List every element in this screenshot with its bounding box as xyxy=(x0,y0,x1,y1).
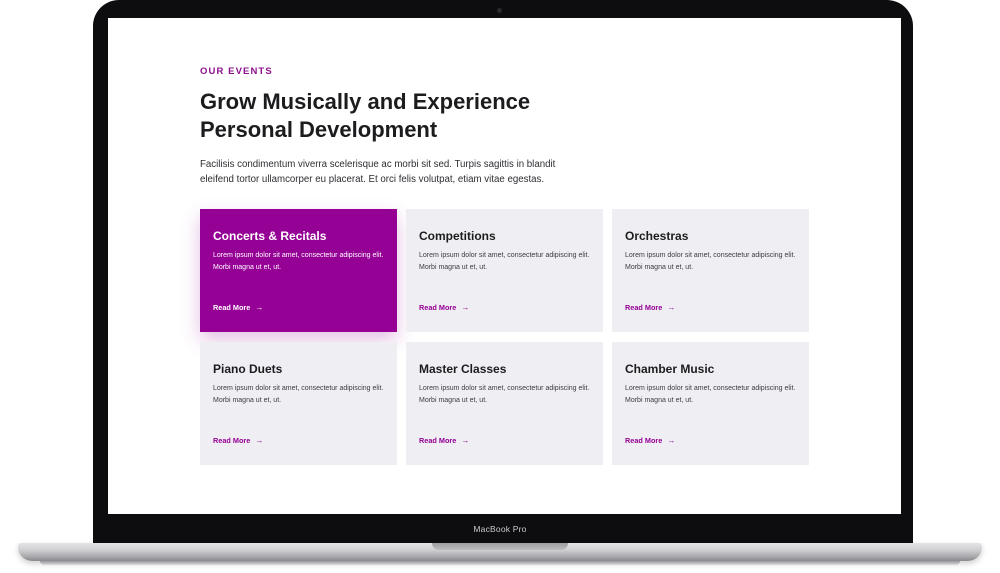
card-description: Lorem ipsum dolor sit amet, consectetur … xyxy=(213,252,384,271)
arrow-right-icon: → xyxy=(255,302,264,312)
card-description: Lorem ipsum dolor sit amet, consectetur … xyxy=(625,385,796,404)
read-more-label: Read More xyxy=(625,303,663,312)
arrow-right-icon: → xyxy=(667,435,676,445)
card-title: Master Classes xyxy=(419,362,507,376)
read-more-link[interactable]: Read More → xyxy=(625,436,675,445)
read-more-label: Read More xyxy=(419,303,457,312)
event-card-chamber-music[interactable]: Chamber Music Lorem ipsum dolor sit amet… xyxy=(612,342,809,465)
card-title: Chamber Music xyxy=(625,362,715,376)
card-description: Lorem ipsum dolor sit amet, consectetur … xyxy=(625,252,796,271)
event-card-piano-duets[interactable]: Piano Duets Lorem ipsum dolor sit amet, … xyxy=(200,342,397,465)
read-more-link[interactable]: Read More → xyxy=(419,436,469,445)
card-title: Concerts & Recitals xyxy=(213,229,327,243)
card-description: Lorem ipsum dolor sit amet, consectetur … xyxy=(419,252,590,271)
read-more-label: Read More xyxy=(419,436,457,445)
read-more-link[interactable]: Read More → xyxy=(213,303,263,312)
card-title: Competitions xyxy=(419,229,496,243)
event-card-orchestras[interactable]: Orchestras Lorem ipsum dolor sit amet, c… xyxy=(612,209,809,332)
section-intro: Facilisis condimentum viverra scelerisqu… xyxy=(200,159,556,185)
laptop-notch xyxy=(432,543,568,550)
arrow-right-icon: → xyxy=(461,435,470,445)
card-description: Lorem ipsum dolor sit amet, consectetur … xyxy=(213,385,384,404)
section-eyebrow: OUR EVENTS xyxy=(200,66,273,77)
event-card-master-classes[interactable]: Master Classes Lorem ipsum dolor sit ame… xyxy=(406,342,603,465)
read-more-link[interactable]: Read More → xyxy=(419,303,469,312)
camera-dot xyxy=(497,8,502,13)
event-card-concerts-recitals[interactable]: Concerts & Recitals Lorem ipsum dolor si… xyxy=(200,209,397,332)
section-headline: Grow Musically and Experience Personal D… xyxy=(200,89,531,142)
card-description: Lorem ipsum dolor sit amet, consectetur … xyxy=(419,385,590,404)
card-title: Piano Duets xyxy=(213,362,283,376)
card-title: Orchestras xyxy=(625,229,689,243)
read-more-link[interactable]: Read More → xyxy=(625,303,675,312)
read-more-label: Read More xyxy=(213,303,251,312)
arrow-right-icon: → xyxy=(667,302,676,312)
read-more-label: Read More xyxy=(213,436,251,445)
arrow-right-icon: → xyxy=(255,435,264,445)
arrow-right-icon: → xyxy=(461,302,470,312)
device-brand-label: MacBook Pro xyxy=(473,524,527,534)
event-card-competitions[interactable]: Competitions Lorem ipsum dolor sit amet,… xyxy=(406,209,603,332)
screen: OUR EVENTS Grow Musically and Experience… xyxy=(108,18,901,514)
read-more-link[interactable]: Read More → xyxy=(213,436,263,445)
laptop-feet xyxy=(40,561,960,565)
read-more-label: Read More xyxy=(625,436,663,445)
